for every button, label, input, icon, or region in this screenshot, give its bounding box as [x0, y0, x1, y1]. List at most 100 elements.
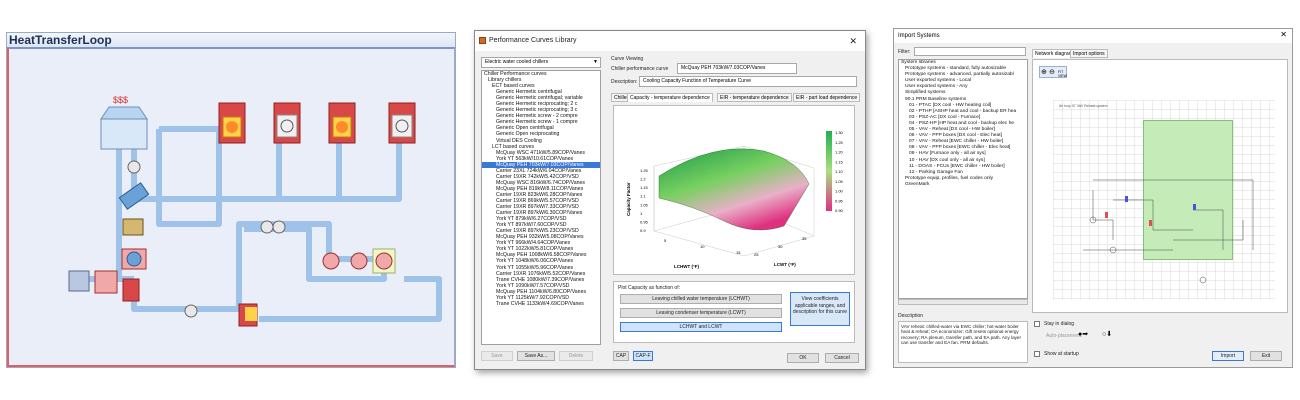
y-tick-label: 30 — [778, 244, 783, 249]
zoom-toolbar: ⊕ ⊖ FIT VIEW — [1039, 66, 1067, 78]
exit-button[interactable]: Exit — [1250, 351, 1282, 361]
colorbar-tick-label: 1.10 — [835, 169, 844, 174]
curve-tree-item[interactable]: Trane CVHE 1133kW/4.69COP/Vanes — [482, 301, 600, 307]
z-axis-ticks: 1.25 1.2 1.15 1.1 1.05 1 0.95 0.9 — [640, 168, 649, 233]
pump-4[interactable] — [184, 304, 198, 318]
auto-placement-label: Auto-placement: — [1046, 333, 1083, 339]
colorbar-tick-label: 1.25 — [835, 140, 844, 145]
colorbar-tick-label: 1.00 — [835, 189, 844, 194]
system-tree[interactable]: System libraries Prototype systems - stan… — [898, 59, 1028, 299]
arrow-right-icon[interactable]: ●➡ — [1078, 330, 1088, 338]
save-as-button[interactable]: Save As... — [517, 351, 555, 361]
cancel-button[interactable]: Cancel — [825, 353, 859, 363]
loop-schematic: $$$ — [68, 95, 442, 327]
library-titlebar: Performance Curves Library ✕ — [475, 31, 865, 51]
show-at-startup-checkbox[interactable] — [1034, 351, 1040, 357]
boiler-1[interactable] — [218, 102, 246, 144]
surface-plot: 1.25 1.2 1.15 1.1 1.05 1 0.95 0.9 Capacity Fact… — [626, 130, 844, 269]
curve-viewing-label: Curve Viewing — [611, 56, 644, 62]
close-icon[interactable]: ✕ — [1280, 30, 1287, 39]
perf-curve-field[interactable]: McQuay PEH 703kW/7.03COP/Vanes — [677, 63, 797, 74]
close-icon[interactable]: ✕ — [849, 31, 857, 51]
description-label: Description: — [611, 79, 638, 85]
plot-as-label: Plot Capacity as function of: — [618, 285, 680, 291]
cooling-tower[interactable]: $$$ — [100, 95, 148, 150]
option-lchwt[interactable]: Leaving chilled water temperature (LCHWT… — [620, 294, 782, 304]
z-tick-label: 1.25 — [640, 168, 649, 173]
coil-manifold[interactable] — [121, 248, 147, 270]
chiller-1[interactable] — [273, 102, 301, 144]
curve-tree-item[interactable]: McQuay WSC 816kW/6.74COP/Vanes — [482, 180, 600, 186]
curve-tree[interactable]: Chiller Performance curves Library chille… — [481, 70, 601, 345]
y-axis-label: LCWT (°F) — [774, 262, 796, 267]
boiler-3[interactable] — [238, 303, 258, 327]
water-heater[interactable] — [122, 218, 144, 236]
stay-in-dialog-checkbox[interactable] — [1034, 321, 1040, 327]
tab-capacity-temperature[interactable]: Capacity - temperature dependence — [627, 93, 713, 102]
hot-water-storage[interactable] — [68, 270, 140, 302]
curve-tree-item[interactable]: McQuay PEH 1104kW/6.80COP/Vanes — [482, 289, 600, 295]
network-lines — [1083, 179, 1254, 284]
chiller-2[interactable] — [388, 102, 416, 144]
tab-eir-temperature[interactable]: EIR - temperature dependence — [717, 93, 792, 102]
save-button[interactable]: Save — [481, 351, 513, 361]
svg-text:$$$: $$$ — [113, 95, 128, 105]
system-tree-item[interactable]: GreenMark — [899, 182, 1027, 188]
capf-button[interactable]: CAP-F — [633, 351, 653, 361]
z-tick-label: 0.9 — [640, 228, 646, 233]
curve-tree-item[interactable]: Carrier 19XR 1076kW/5.52COP/Vanes — [482, 271, 600, 277]
x-axis-ticks: 5 10 15 — [664, 238, 741, 255]
chevron-down-icon: ▼ — [593, 59, 598, 65]
y-tick-label: 25 — [754, 252, 759, 257]
show-at-startup-label: Show at startup — [1044, 351, 1079, 357]
import-title: Import Systems — [898, 33, 940, 39]
curve-tree-item[interactable]: McQuay WSC 471kW/5.89COP/Vanes — [482, 150, 600, 156]
zoom-out-icon[interactable]: ⊖ — [1049, 68, 1055, 76]
colorbar-tick-label: 1.30 — [835, 130, 844, 135]
colorbar — [826, 131, 832, 211]
tab-import-options[interactable]: Import options — [1070, 49, 1108, 58]
x-axis-label: LCHWT (°F) — [674, 264, 700, 269]
x-tick-label: 5 — [664, 238, 667, 243]
coil-group[interactable] — [322, 248, 396, 274]
pump-2[interactable] — [260, 220, 274, 234]
surface-plot-area: 1.25 1.2 1.15 1.1 1.05 1 0.95 0.9 Capacity Fact… — [613, 105, 855, 275]
pump-1[interactable] — [127, 160, 141, 174]
boiler-2[interactable] — [328, 102, 356, 144]
description-field[interactable]: Cooling Capacity Function of Temperature… — [639, 76, 857, 87]
delete-button[interactable]: Delete — [559, 351, 593, 361]
import-tabs: Network diagram Import options — [1032, 49, 1288, 59]
fit-view-icon[interactable]: FIT VIEW — [1058, 70, 1067, 78]
curve-tree-item[interactable]: Trane CVHE 1080kW/7.39COP/Vanes — [482, 277, 600, 283]
z-tick-label: 1.1 — [640, 194, 646, 199]
stay-in-dialog-label: Stay in dialog — [1044, 321, 1075, 327]
colorbar-tick-label: 0.95 — [835, 198, 844, 203]
colorbar-tick-label: 1.05 — [835, 179, 844, 184]
arrow-down-icon[interactable]: ○⬇ — [1102, 330, 1112, 338]
curve-tree-item[interactable]: McQuay PEH 703kW/7.03COP/Vanes — [482, 161, 600, 168]
category-select[interactable]: Electric water cooled chillers ▼ — [481, 57, 601, 68]
description-label: Description — [898, 313, 924, 319]
pump-3[interactable] — [272, 220, 286, 234]
filter-input[interactable] — [914, 47, 1026, 56]
tab-eir-part-load[interactable]: EIR - part load dependence — [793, 93, 861, 102]
tree-scrollbar[interactable] — [898, 299, 1028, 305]
import-button[interactable]: Import — [1212, 351, 1244, 361]
loop-title: HeatTransferLoop — [7, 33, 455, 47]
description-text: VAV reheat: chilled-water via EWC chille… — [898, 321, 1028, 363]
import-titlebar: Import Systems ✕ — [894, 29, 1292, 43]
colorbar-ticks: 1.30 1.25 1.20 1.15 1.10 1.05 1.00 0.95 0.90 — [835, 130, 844, 213]
x-tick-label: 10 — [700, 244, 705, 249]
zoom-in-icon[interactable]: ⊕ — [1041, 68, 1047, 76]
z-tick-label: 0.95 — [640, 219, 649, 224]
z-tick-label: 1.2 — [640, 177, 646, 182]
view-coefficients-button[interactable]: View coefficients applicable ranges, and… — [790, 292, 850, 326]
option-lcwt[interactable]: Leaving condenser temperature (LCWT) — [620, 308, 782, 318]
cap-button[interactable]: CAP — [613, 351, 629, 361]
capacity-surface — [658, 148, 810, 231]
option-lchwt-lcwt[interactable]: LCHWT and LCWT — [620, 322, 782, 332]
ok-button[interactable]: OK — [787, 353, 819, 363]
colorbar-tick-label: 0.90 — [835, 208, 844, 213]
system-tree-item[interactable]: 02 - PTHP [ASHP heat and cool - backup E… — [899, 109, 1027, 115]
curve-tabs: Chiller Capacity - temperature dependenc… — [611, 93, 861, 103]
